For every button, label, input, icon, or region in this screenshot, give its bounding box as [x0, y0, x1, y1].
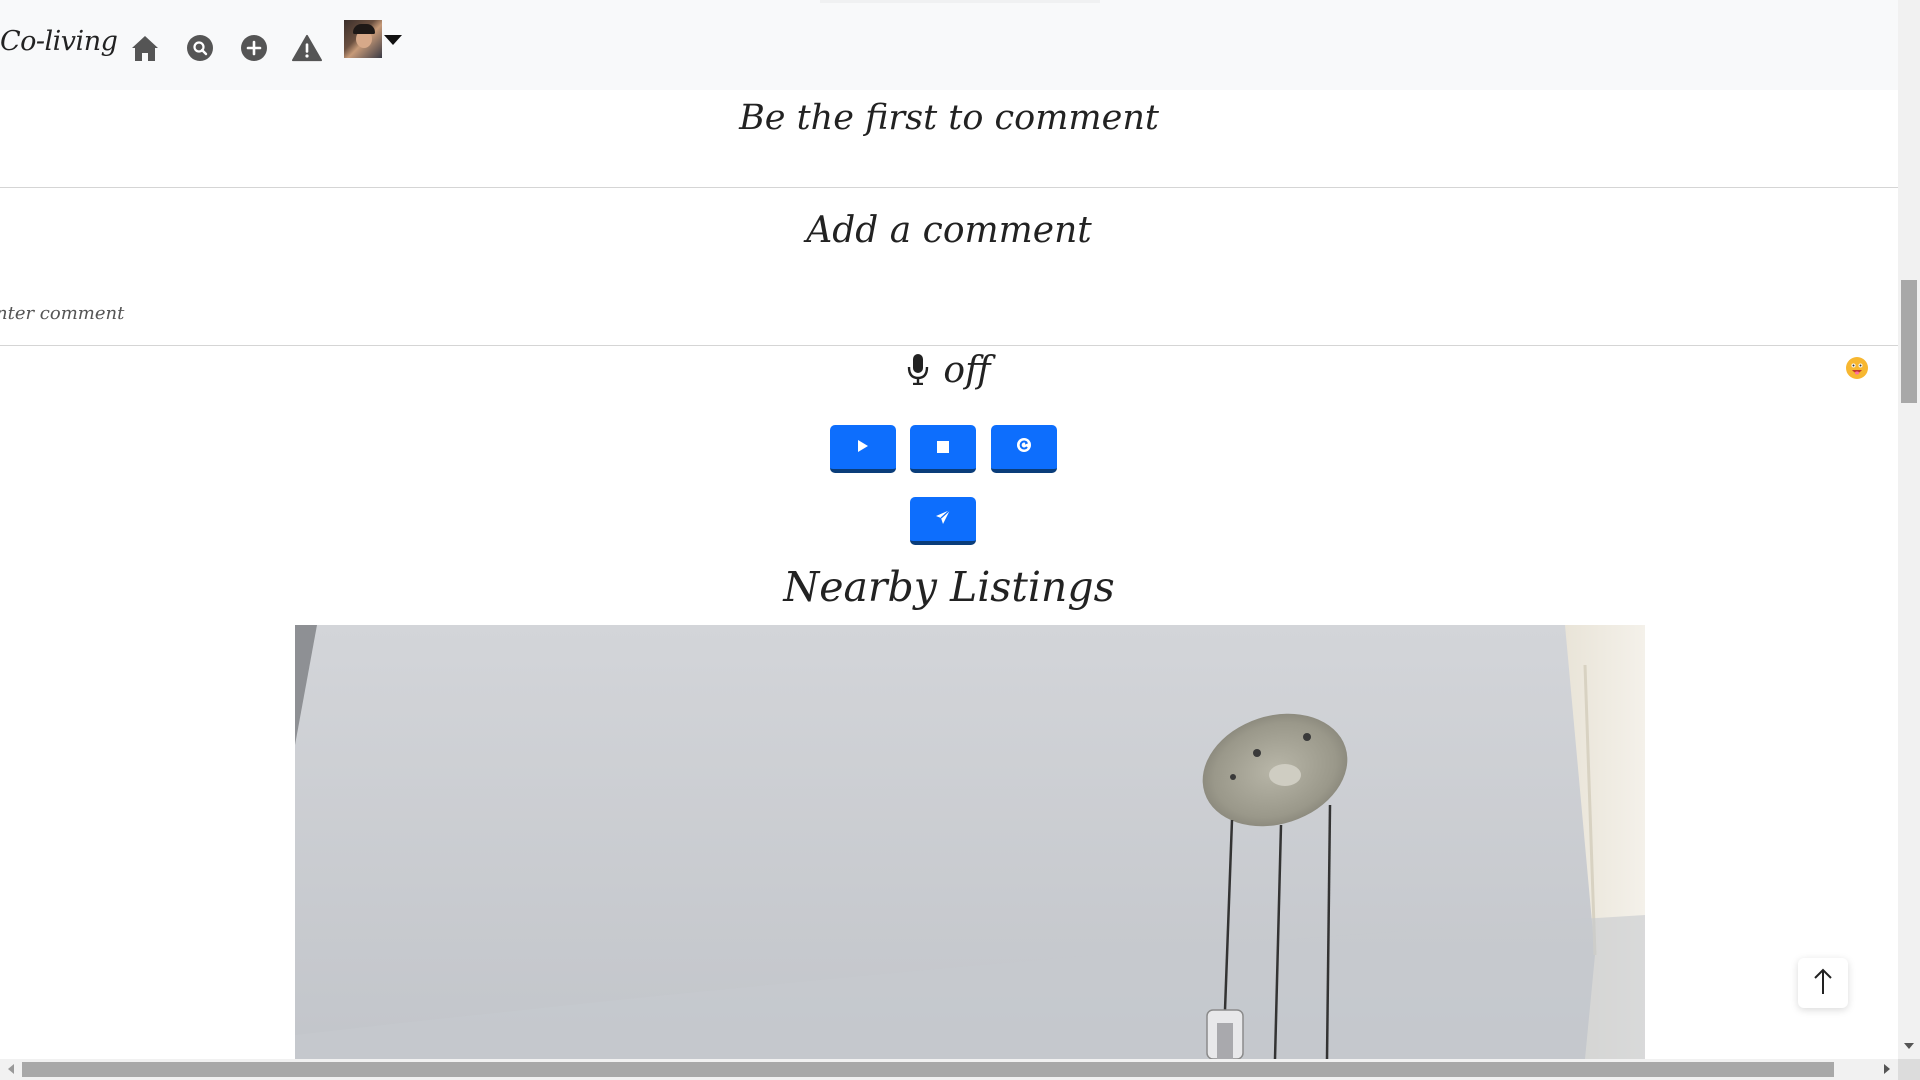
horizontal-scrollbar-thumb[interactable] — [22, 1062, 1834, 1077]
add-icon[interactable] — [239, 33, 269, 63]
comment-input[interactable] — [0, 270, 1898, 346]
mic-status-text: off — [943, 350, 991, 391]
send-button[interactable] — [910, 497, 976, 545]
navbar-edge — [820, 0, 1100, 3]
reset-button[interactable] — [991, 425, 1057, 473]
scroll-right-arrow-icon[interactable] — [1884, 1064, 1890, 1074]
no-comments-message: Be the first to comment — [739, 98, 1159, 138]
scroll-to-top-button[interactable] — [1798, 958, 1848, 1008]
stop-button[interactable] — [910, 425, 976, 473]
brand-logo-text[interactable]: Co-living — [0, 26, 118, 57]
arrow-up-icon — [1812, 967, 1834, 999]
nearby-listings-heading: Nearby Listings — [783, 563, 1115, 611]
scroll-left-arrow-icon[interactable] — [8, 1064, 14, 1074]
ceiling-lamp-photo — [295, 625, 1645, 1059]
scrollbar-corner — [1898, 1059, 1920, 1080]
send-icon — [935, 509, 951, 529]
reset-icon — [1016, 437, 1032, 457]
search-icon[interactable] — [185, 33, 215, 63]
play-button[interactable] — [830, 425, 896, 473]
scroll-down-arrow-icon[interactable] — [1904, 1043, 1914, 1049]
home-icon[interactable] — [130, 33, 160, 63]
vertical-scrollbar[interactable] — [1898, 0, 1920, 1059]
vertical-scrollbar-thumb[interactable] — [1901, 280, 1917, 403]
navbar: Co-living — [0, 0, 1898, 90]
mic-status-row: off — [0, 350, 1898, 391]
listing-photo[interactable] — [295, 625, 1645, 1059]
avatar-hair — [353, 24, 375, 34]
play-icon — [857, 438, 869, 457]
stop-icon — [937, 438, 949, 457]
add-comment-heading: Add a comment — [806, 210, 1092, 251]
divider — [0, 187, 1898, 188]
microphone-icon[interactable] — [907, 353, 929, 389]
user-avatar[interactable] — [344, 20, 382, 58]
caret-down-icon[interactable] — [384, 35, 402, 45]
warning-icon[interactable] — [292, 33, 322, 63]
emoji-picker-icon[interactable] — [1846, 357, 1868, 379]
page-viewport: Co-living Be the first to comment Add a … — [0, 0, 1898, 1059]
